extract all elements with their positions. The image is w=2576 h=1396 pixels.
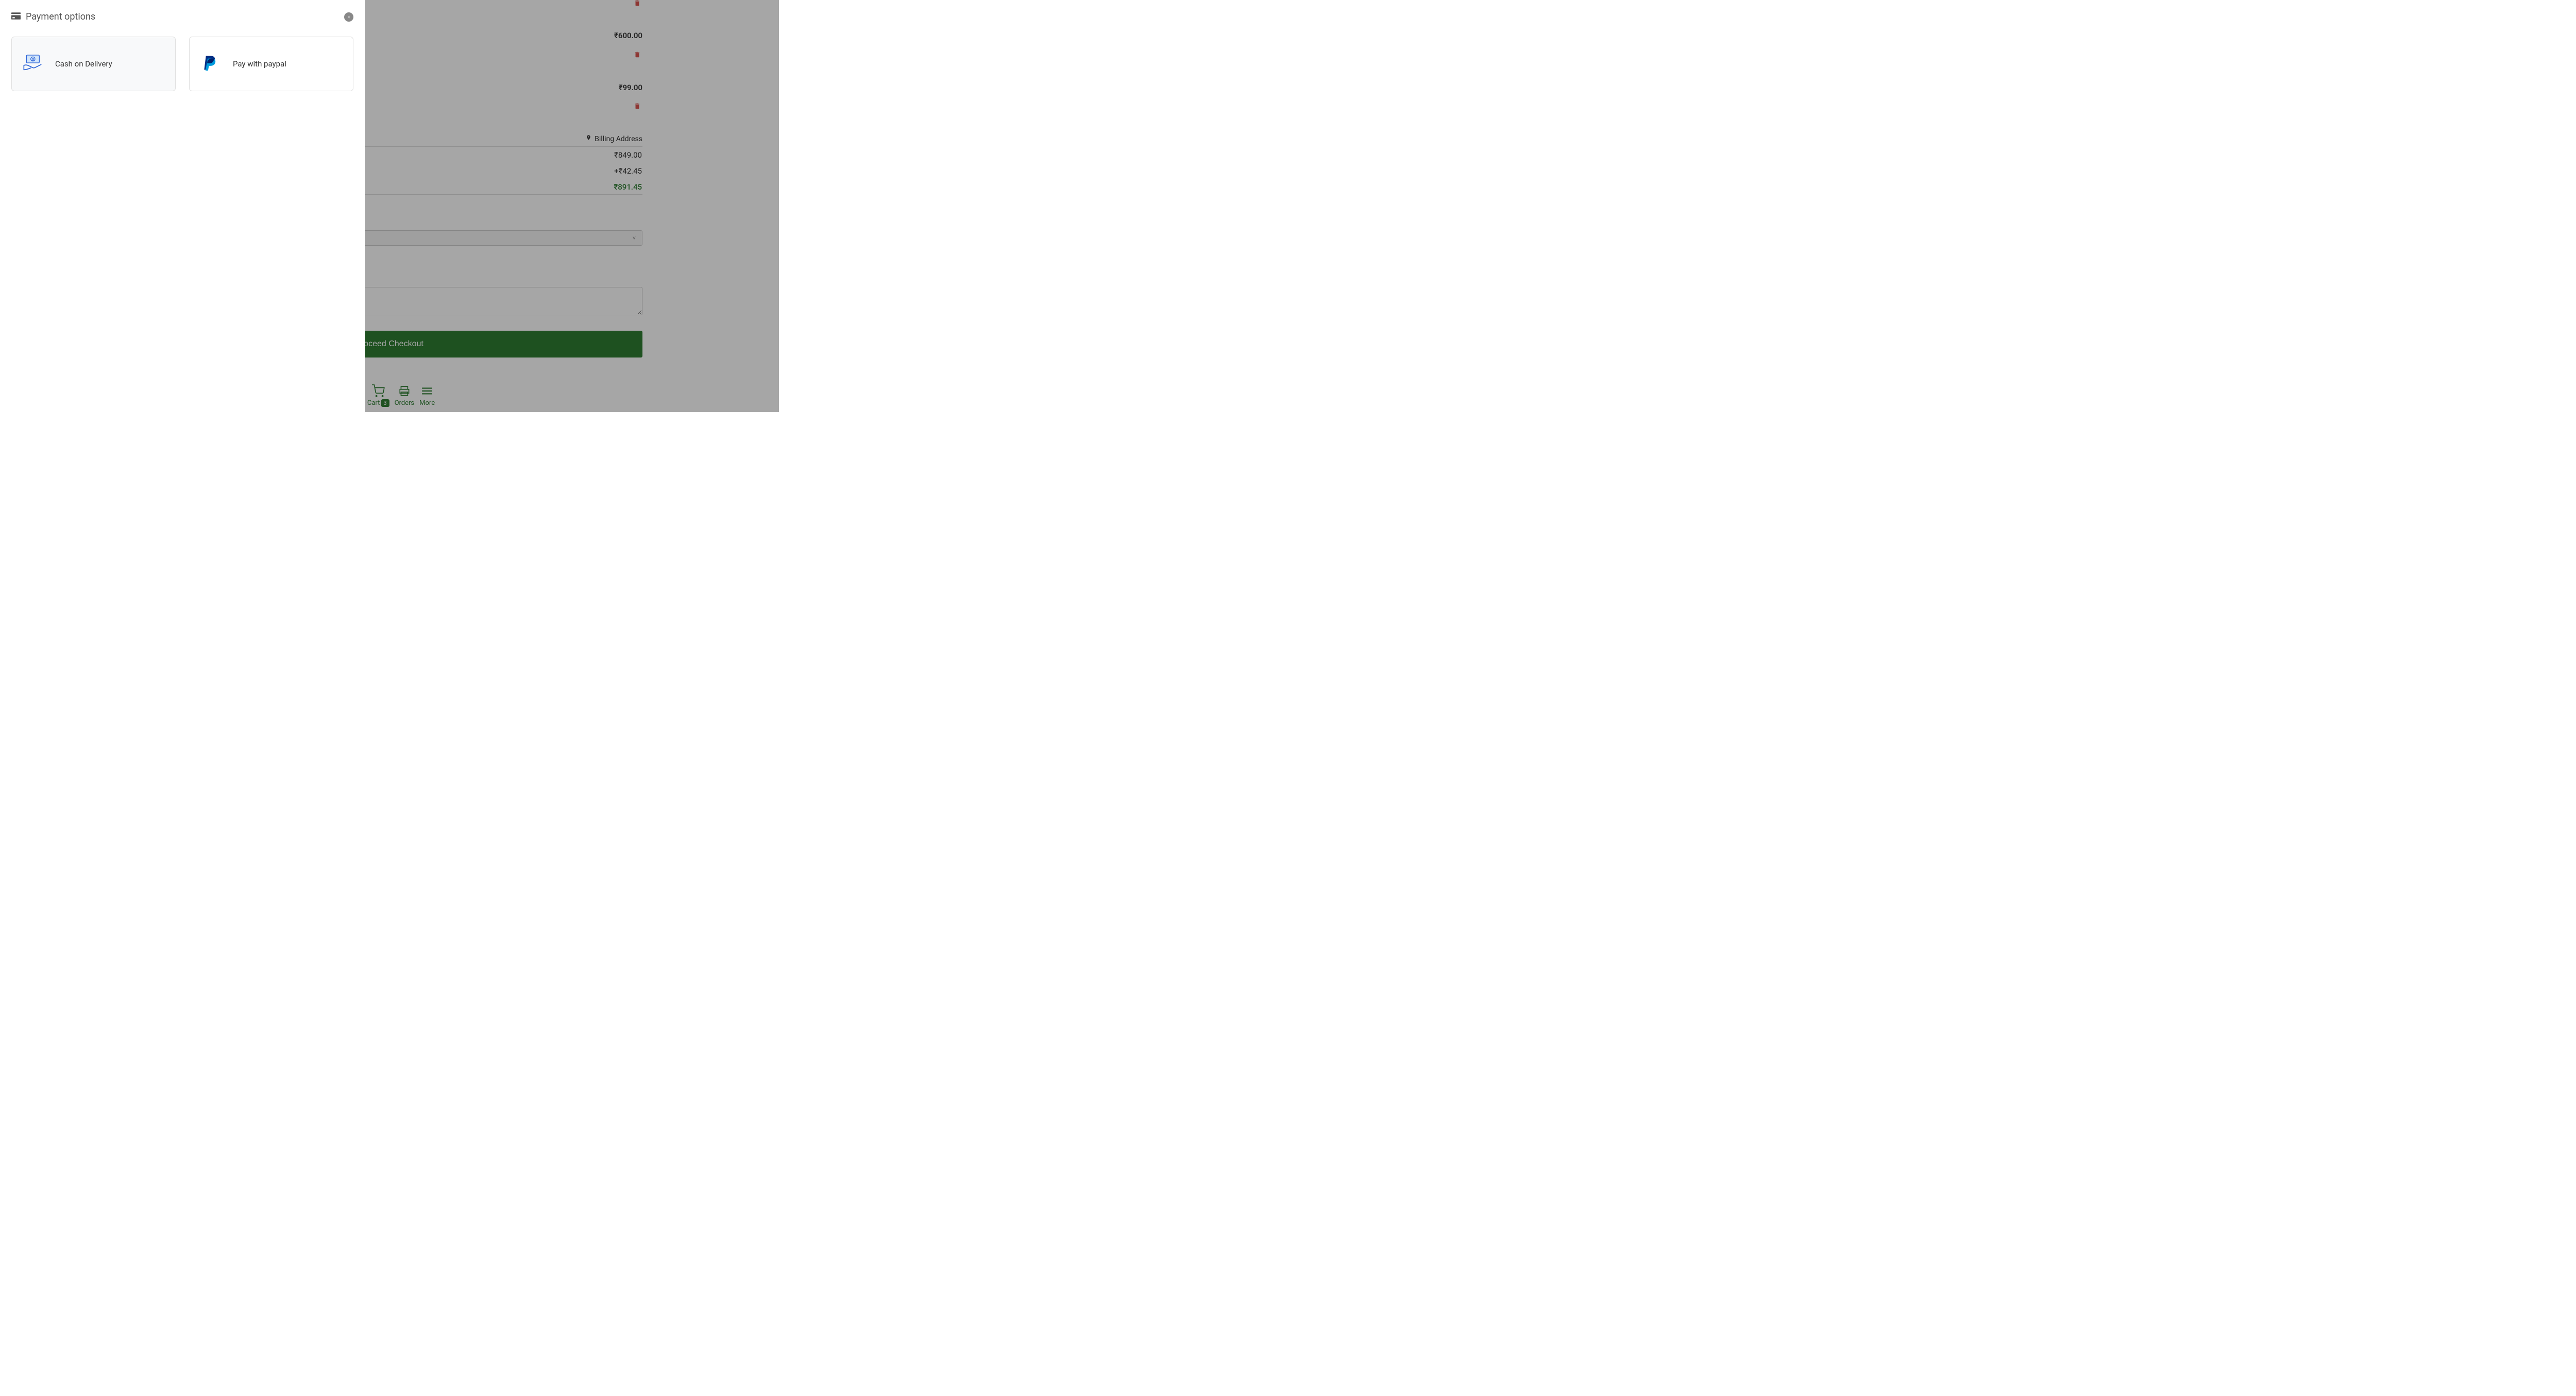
payment-option-cash-on-delivery[interactable]: $ Cash on Delivery (11, 37, 176, 91)
cash-delivery-icon: $ (22, 53, 43, 75)
chevron-left-icon (346, 14, 351, 20)
card-icon (11, 12, 21, 22)
svg-text:$: $ (32, 57, 34, 62)
modal-header: Payment options (11, 11, 353, 22)
payment-option-paypal[interactable]: Pay with paypal (189, 37, 353, 91)
payment-options-list: $ Cash on Delivery Pay with paypal (11, 37, 353, 91)
back-button[interactable] (344, 12, 353, 22)
payment-option-label: Pay with paypal (233, 59, 286, 69)
payment-option-label: Cash on Delivery (55, 59, 112, 69)
modal-title: Payment options (26, 11, 95, 22)
paypal-icon (200, 53, 221, 75)
modal-title-group: Payment options (11, 11, 95, 22)
payment-options-panel: Payment options $ Cash on Delivery (0, 0, 365, 412)
